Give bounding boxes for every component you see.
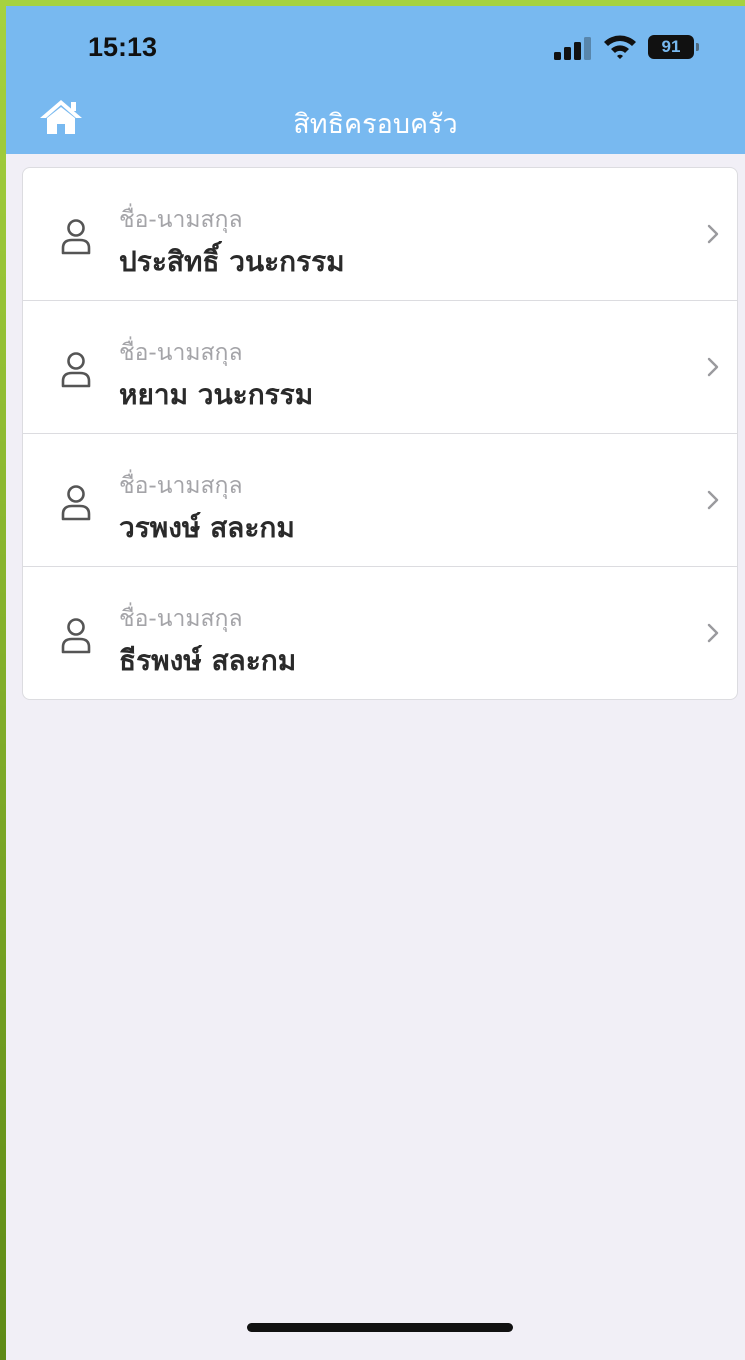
status-time: 15:13: [88, 32, 158, 62]
person-icon: [61, 618, 91, 654]
member-row[interactable]: ชื่อ-นามสกุล วรพงษ์ สละกม: [23, 434, 737, 567]
top-bar: 15:13 91 สิทธิครอบครัว: [6, 6, 745, 154]
member-label: ชื่อ-นามสกุล: [119, 473, 243, 499]
battery-nub: [696, 43, 699, 51]
app-screen: 15:13 91 สิทธิครอบครัว ชื่อ-นามสกุล ประส…: [6, 6, 745, 1360]
home-indicator[interactable]: [247, 1323, 513, 1332]
wifi-icon: [604, 35, 636, 59]
member-name: ธีรพงษ์ สละกม: [119, 644, 297, 677]
chevron-right-icon: [707, 224, 719, 244]
member-name: ประสิทธิ์ วนะกรรม: [119, 245, 345, 278]
member-label: ชื่อ-นามสกุล: [119, 207, 243, 233]
member-name: วรพงษ์ สละกม: [119, 511, 295, 544]
battery-level: 91: [648, 35, 694, 59]
chevron-right-icon: [707, 623, 719, 643]
member-row[interactable]: ชื่อ-นามสกุล ธีรพงษ์ สละกม: [23, 567, 737, 699]
chevron-right-icon: [707, 357, 719, 377]
battery-icon: 91: [648, 35, 699, 59]
member-row[interactable]: ชื่อ-นามสกุล หยาม วนะกรรม: [23, 301, 737, 434]
chevron-right-icon: [707, 490, 719, 510]
member-row[interactable]: ชื่อ-นามสกุล ประสิทธิ์ วนะกรรม: [23, 168, 737, 301]
member-label: ชื่อ-นามสกุล: [119, 606, 243, 632]
person-icon: [61, 219, 91, 255]
family-member-list: ชื่อ-นามสกุล ประสิทธิ์ วนะกรรม ชื่อ-นามส…: [22, 167, 738, 700]
member-label: ชื่อ-นามสกุล: [119, 340, 243, 366]
member-name: หยาม วนะกรรม: [119, 378, 314, 411]
person-icon: [61, 485, 91, 521]
page-title: สิทธิครอบครัว: [293, 109, 458, 140]
person-icon: [61, 352, 91, 388]
cellular-signal-icon: [554, 37, 591, 60]
